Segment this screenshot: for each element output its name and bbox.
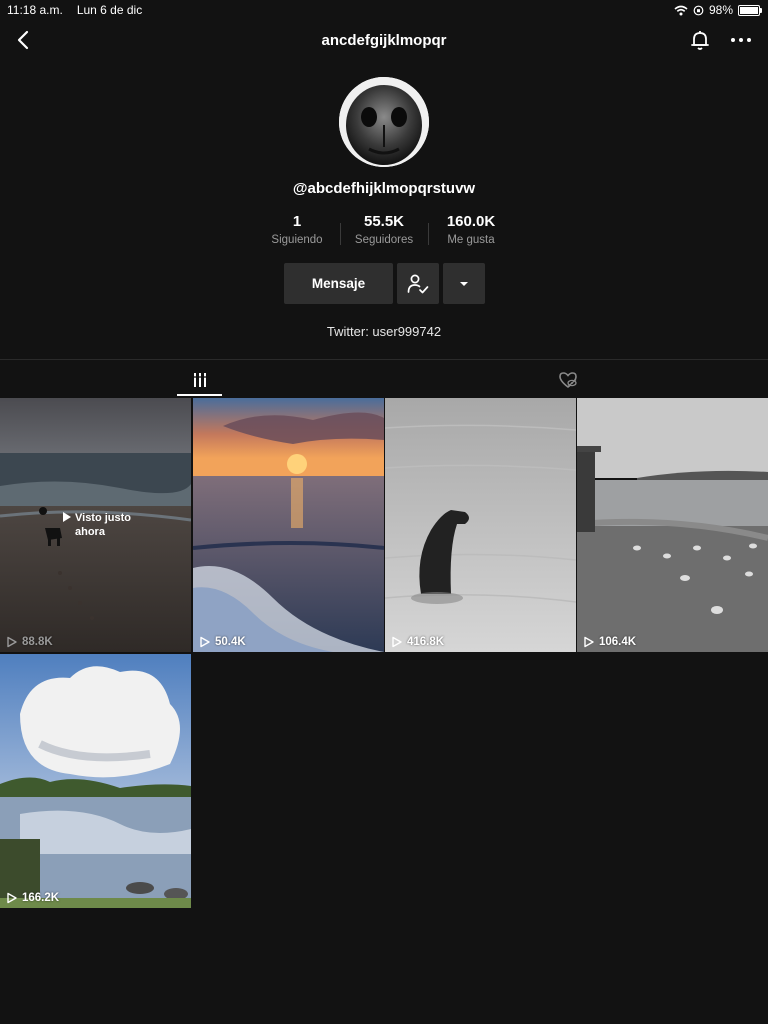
stat-likes[interactable]: 160.0K Me gusta [436, 213, 506, 246]
play-outline-icon [200, 636, 210, 648]
tabs-divider [0, 359, 768, 360]
seen-label: Visto justo ahora [75, 512, 132, 538]
view-count: 166.2K [6, 892, 59, 904]
video-tile[interactable]: 416.8K [385, 398, 576, 652]
view-count-value: 106.4K [599, 636, 637, 648]
view-count-value: 166.2K [22, 892, 60, 904]
tab-liked[interactable] [543, 364, 593, 396]
video-tile[interactable]: 106.4K [577, 398, 768, 652]
view-count: 50.4K [199, 636, 246, 648]
video-tile[interactable]: 50.4K [193, 398, 384, 652]
play-outline-icon [584, 636, 594, 648]
stat-likes-value: 160.0K [446, 213, 496, 230]
dropdown-button[interactable] [443, 263, 485, 304]
play-outline-icon [7, 892, 17, 904]
video-thumbnail-image [193, 398, 384, 652]
profile-stats: 1 Siguiendo 55.5K Seguidores 160.0K Me g… [0, 213, 768, 253]
caret-down-icon [460, 281, 468, 286]
wifi-icon [674, 5, 688, 15]
stat-followers-label: Seguidores [354, 234, 414, 246]
video-tile[interactable]: Visto justo ahora 88.8K [0, 398, 191, 652]
more-options-icon[interactable] [728, 28, 754, 52]
page-title: ancdefgijklmopqr [321, 32, 447, 49]
stat-following-value: 1 [292, 213, 302, 230]
seen-overlay: Visto justo ahora [62, 511, 139, 539]
profile-username: @abcdefhijklmopqrstuvw [292, 180, 476, 197]
video-thumbnail-image [577, 398, 768, 652]
following-button[interactable] [397, 263, 439, 304]
user-check-icon [407, 274, 429, 293]
status-bar: 11:18 a.m. Lun 6 de dic 98% [0, 0, 768, 20]
stat-followers[interactable]: 55.5K Seguidores [348, 213, 420, 246]
play-icon [63, 512, 71, 522]
avatar-dog-nose-image [339, 77, 429, 167]
view-count-value: 50.4K [215, 636, 246, 648]
video-thumbnail-image [385, 398, 576, 652]
stat-likes-label: Me gusta [447, 234, 495, 246]
stat-divider [428, 223, 429, 245]
status-date: Lun 6 de dic [76, 3, 143, 17]
video-thumbnail-image [0, 654, 191, 908]
battery-fill [740, 6, 758, 14]
view-count-value: 416.8K [407, 636, 445, 648]
video-tile[interactable]: 166.2K [0, 654, 191, 908]
stat-following[interactable]: 1 Siguiendo [262, 213, 332, 246]
active-tab-indicator [177, 394, 222, 396]
bell-icon[interactable] [688, 28, 712, 52]
tab-videos[interactable] [175, 364, 225, 396]
stat-following-label: Siguiendo [271, 234, 323, 246]
grid-icon [193, 373, 207, 387]
liked-hidden-icon [559, 372, 577, 389]
stat-divider [340, 223, 341, 245]
message-button[interactable]: Mensaje [284, 263, 393, 304]
orientation-lock-icon [693, 5, 704, 15]
avatar[interactable] [339, 77, 429, 167]
view-count-value: 88.8K [22, 636, 53, 648]
stat-followers-value: 55.5K [363, 213, 405, 230]
profile-bio: Twitter: user999742 [326, 324, 442, 339]
view-count: 416.8K [391, 636, 444, 648]
view-count: 106.4K [583, 636, 636, 648]
play-outline-icon [392, 636, 402, 648]
battery-percent: 98% [708, 3, 733, 17]
header: ancdefgijklmopqr [0, 24, 768, 58]
view-count: 88.8K [6, 636, 53, 648]
battery-icon [738, 4, 762, 16]
play-outline-icon [7, 636, 17, 648]
status-time: 11:18 a.m. [7, 3, 63, 17]
